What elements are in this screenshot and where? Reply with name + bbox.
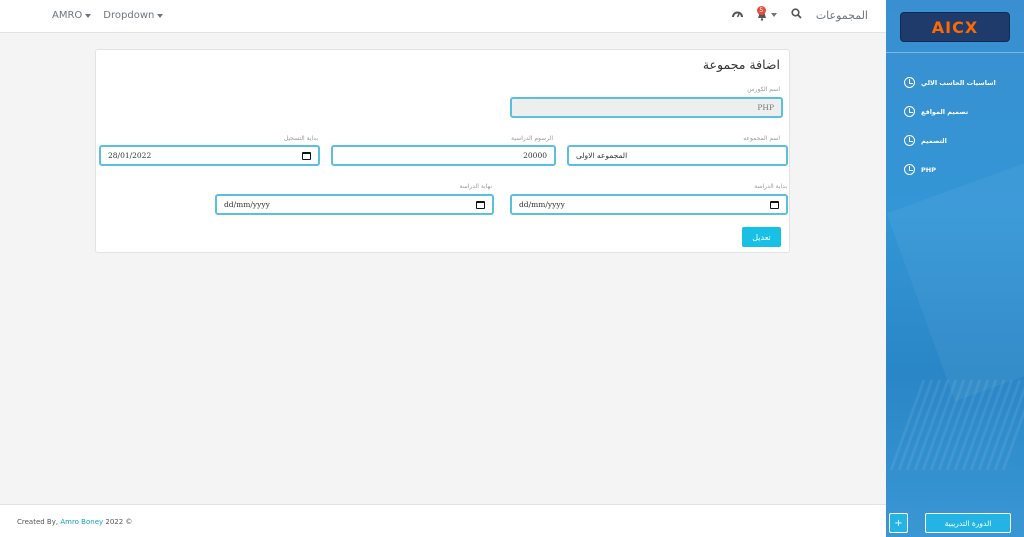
study-start-field[interactable]: dd/mm/yyyy: [510, 194, 788, 215]
fees-field[interactable]: 20000: [331, 145, 556, 166]
navbar-left: AMRO Dropdown: [52, 10, 164, 21]
clock-icon: [904, 135, 915, 146]
sidebar-background-decoration: [886, 158, 1024, 402]
sidebar: AICX اساسيات الحاسب الالي تصميم المواقع …: [886, 0, 1024, 537]
chevron-down-icon: [157, 13, 164, 18]
course-name-field[interactable]: PHP: [510, 97, 783, 118]
study-end-label: نهاية الدراسة: [459, 183, 492, 190]
add-group-card: اضافة مجموعة اسم الكورس PHP اسم المجموعه…: [95, 49, 790, 253]
sidebar-divider: [886, 52, 1024, 53]
calendar-icon[interactable]: [770, 200, 779, 209]
sidebar-item-design[interactable]: التصميم: [886, 126, 1024, 155]
sidebar-item-label: PHP: [921, 165, 936, 174]
logo-text: AICX: [931, 17, 979, 37]
sidebar-menu: اساسيات الحاسب الالي تصميم المواقع التصم…: [886, 68, 1024, 184]
fees-label: الرسوم الدراسية: [511, 135, 553, 142]
clock-icon: [904, 164, 915, 175]
sidebar-item-web-design[interactable]: تصميم المواقع: [886, 97, 1024, 126]
chevron-down-icon: [770, 13, 777, 17]
footer-text: Created By, Amro Boney 2022 ©: [17, 518, 132, 526]
search-icon[interactable]: [791, 8, 802, 22]
calendar-icon[interactable]: [302, 151, 311, 160]
page-nav-title[interactable]: المجموعات: [816, 9, 868, 22]
study-end-value: dd/mm/yyyy: [224, 200, 270, 209]
sidebar-footer: + الدورة التدريبية: [886, 509, 1024, 537]
group-name-label: اسم المجموعه: [743, 135, 780, 142]
registration-start-field[interactable]: 28/01/2022: [99, 145, 320, 166]
sidebar-background-decoration: [889, 380, 1024, 470]
training-course-button[interactable]: الدورة التدريبية: [925, 513, 1011, 533]
sidebar-item-label: التصميم: [921, 136, 947, 145]
page-title: اضافة مجموعة: [702, 57, 780, 72]
footer-year: 2022 ©: [105, 518, 133, 526]
group-name-field[interactable]: المجموعه الاولى: [567, 145, 788, 166]
study-start-label: بداية الدراسة: [754, 183, 787, 190]
course-name-label: اسم الكورس: [747, 86, 780, 93]
sidebar-item-label: اساسيات الحاسب الالي: [921, 78, 996, 87]
sidebar-item-computer-basics[interactable]: اساسيات الحاسب الالي: [886, 68, 1024, 97]
study-end-field[interactable]: dd/mm/yyyy: [215, 194, 494, 215]
notification-badge: 5: [756, 5, 766, 15]
footer-prefix: Created By,: [17, 518, 59, 526]
submit-button[interactable]: تعديل: [742, 227, 781, 247]
navbar-right: 5 المجموعات: [731, 5, 868, 22]
study-start-value: dd/mm/yyyy: [519, 200, 565, 209]
calendar-icon[interactable]: [476, 200, 485, 209]
user-name: AMRO: [52, 10, 83, 21]
dashboard-icon[interactable]: [731, 9, 743, 22]
logo[interactable]: AICX: [900, 12, 1010, 42]
registration-start-value: 28/01/2022: [108, 151, 152, 160]
add-button[interactable]: +: [889, 513, 908, 533]
dropdown-menu[interactable]: Dropdown: [103, 10, 164, 21]
dropdown-label: Dropdown: [103, 10, 155, 21]
top-navbar: AMRO Dropdown 5 المجموعات: [0, 0, 886, 33]
sidebar-item-label: تصميم المواقع: [921, 107, 969, 116]
chevron-down-icon: [85, 13, 92, 18]
user-menu[interactable]: AMRO: [52, 10, 92, 21]
sidebar-item-php[interactable]: PHP: [886, 155, 1024, 184]
clock-icon: [904, 106, 915, 117]
author-link[interactable]: Amro Boney: [60, 518, 103, 526]
page-footer: Created By, Amro Boney 2022 ©: [0, 504, 886, 537]
clock-icon: [904, 77, 915, 88]
notifications-menu[interactable]: 5: [756, 5, 777, 21]
registration-start-label: بداية التسجيل: [283, 135, 318, 142]
